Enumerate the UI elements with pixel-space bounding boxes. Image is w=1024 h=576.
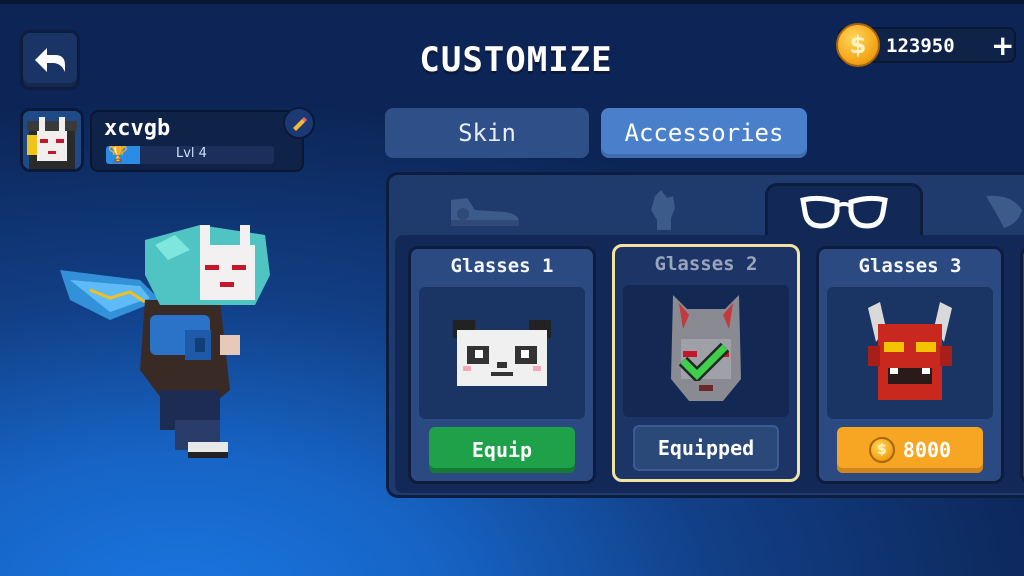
add-coins-button[interactable]: + (991, 29, 1014, 62)
equipped-button[interactable]: Equipped (633, 425, 779, 471)
coin-amount: 123950 (886, 35, 955, 57)
item-preview (419, 287, 585, 419)
category-hands[interactable] (617, 183, 713, 237)
item-title: Glasses 1 (450, 255, 554, 277)
trophy-icon: 🏆 (108, 146, 128, 163)
level-progress-bar: 🏆 Lvl 4 (106, 146, 274, 164)
item-card-glasses-2[interactable]: Glasses 2 Equipped (612, 244, 800, 482)
item-card-glasses-3[interactable]: Glasses 3 $ 8000 (816, 246, 1004, 484)
item-price: 8000 (902, 438, 952, 462)
tab-accessories[interactable]: Accessories (601, 108, 807, 158)
item-title: Glasses 2 (654, 253, 758, 275)
glasses-icon (800, 195, 888, 229)
coin-counter: $ 123950 + (836, 23, 1016, 67)
player-character (60, 225, 270, 458)
panda-mask-icon (453, 320, 551, 386)
category-glasses[interactable] (765, 183, 923, 237)
buy-button[interactable]: $ 8000 (837, 427, 983, 473)
category-tabs (389, 175, 1024, 237)
item-card-next[interactable] (1020, 246, 1024, 484)
item-preview (623, 285, 789, 417)
item-title: Glasses 3 (858, 255, 962, 277)
username: xcvgb (104, 116, 171, 141)
checkmark-icon (679, 342, 729, 381)
top-edge (0, 0, 1024, 4)
category-shoes[interactable] (437, 183, 533, 237)
coin-icon: $ (868, 437, 895, 463)
wing-icon (986, 195, 1022, 228)
hand-icon (651, 190, 675, 230)
item-card-glasses-1[interactable]: Glasses 1 Equip (408, 246, 596, 484)
level-label: Lvl 4 (176, 146, 207, 161)
player-avatar-icon (23, 111, 81, 169)
category-wings[interactable] (969, 183, 1024, 237)
avatar[interactable] (20, 108, 84, 172)
pencil-icon (293, 117, 307, 131)
equip-button[interactable]: Equip (429, 427, 575, 473)
tab-skin[interactable]: Skin (385, 108, 589, 158)
shoe-icon (451, 198, 519, 226)
oni-mask-icon (868, 302, 952, 400)
edit-name-button[interactable] (283, 107, 315, 139)
profile-card: xcvgb 🏆 Lvl 4 (90, 110, 304, 172)
coin-icon: $ (836, 23, 880, 67)
item-preview (827, 287, 993, 419)
